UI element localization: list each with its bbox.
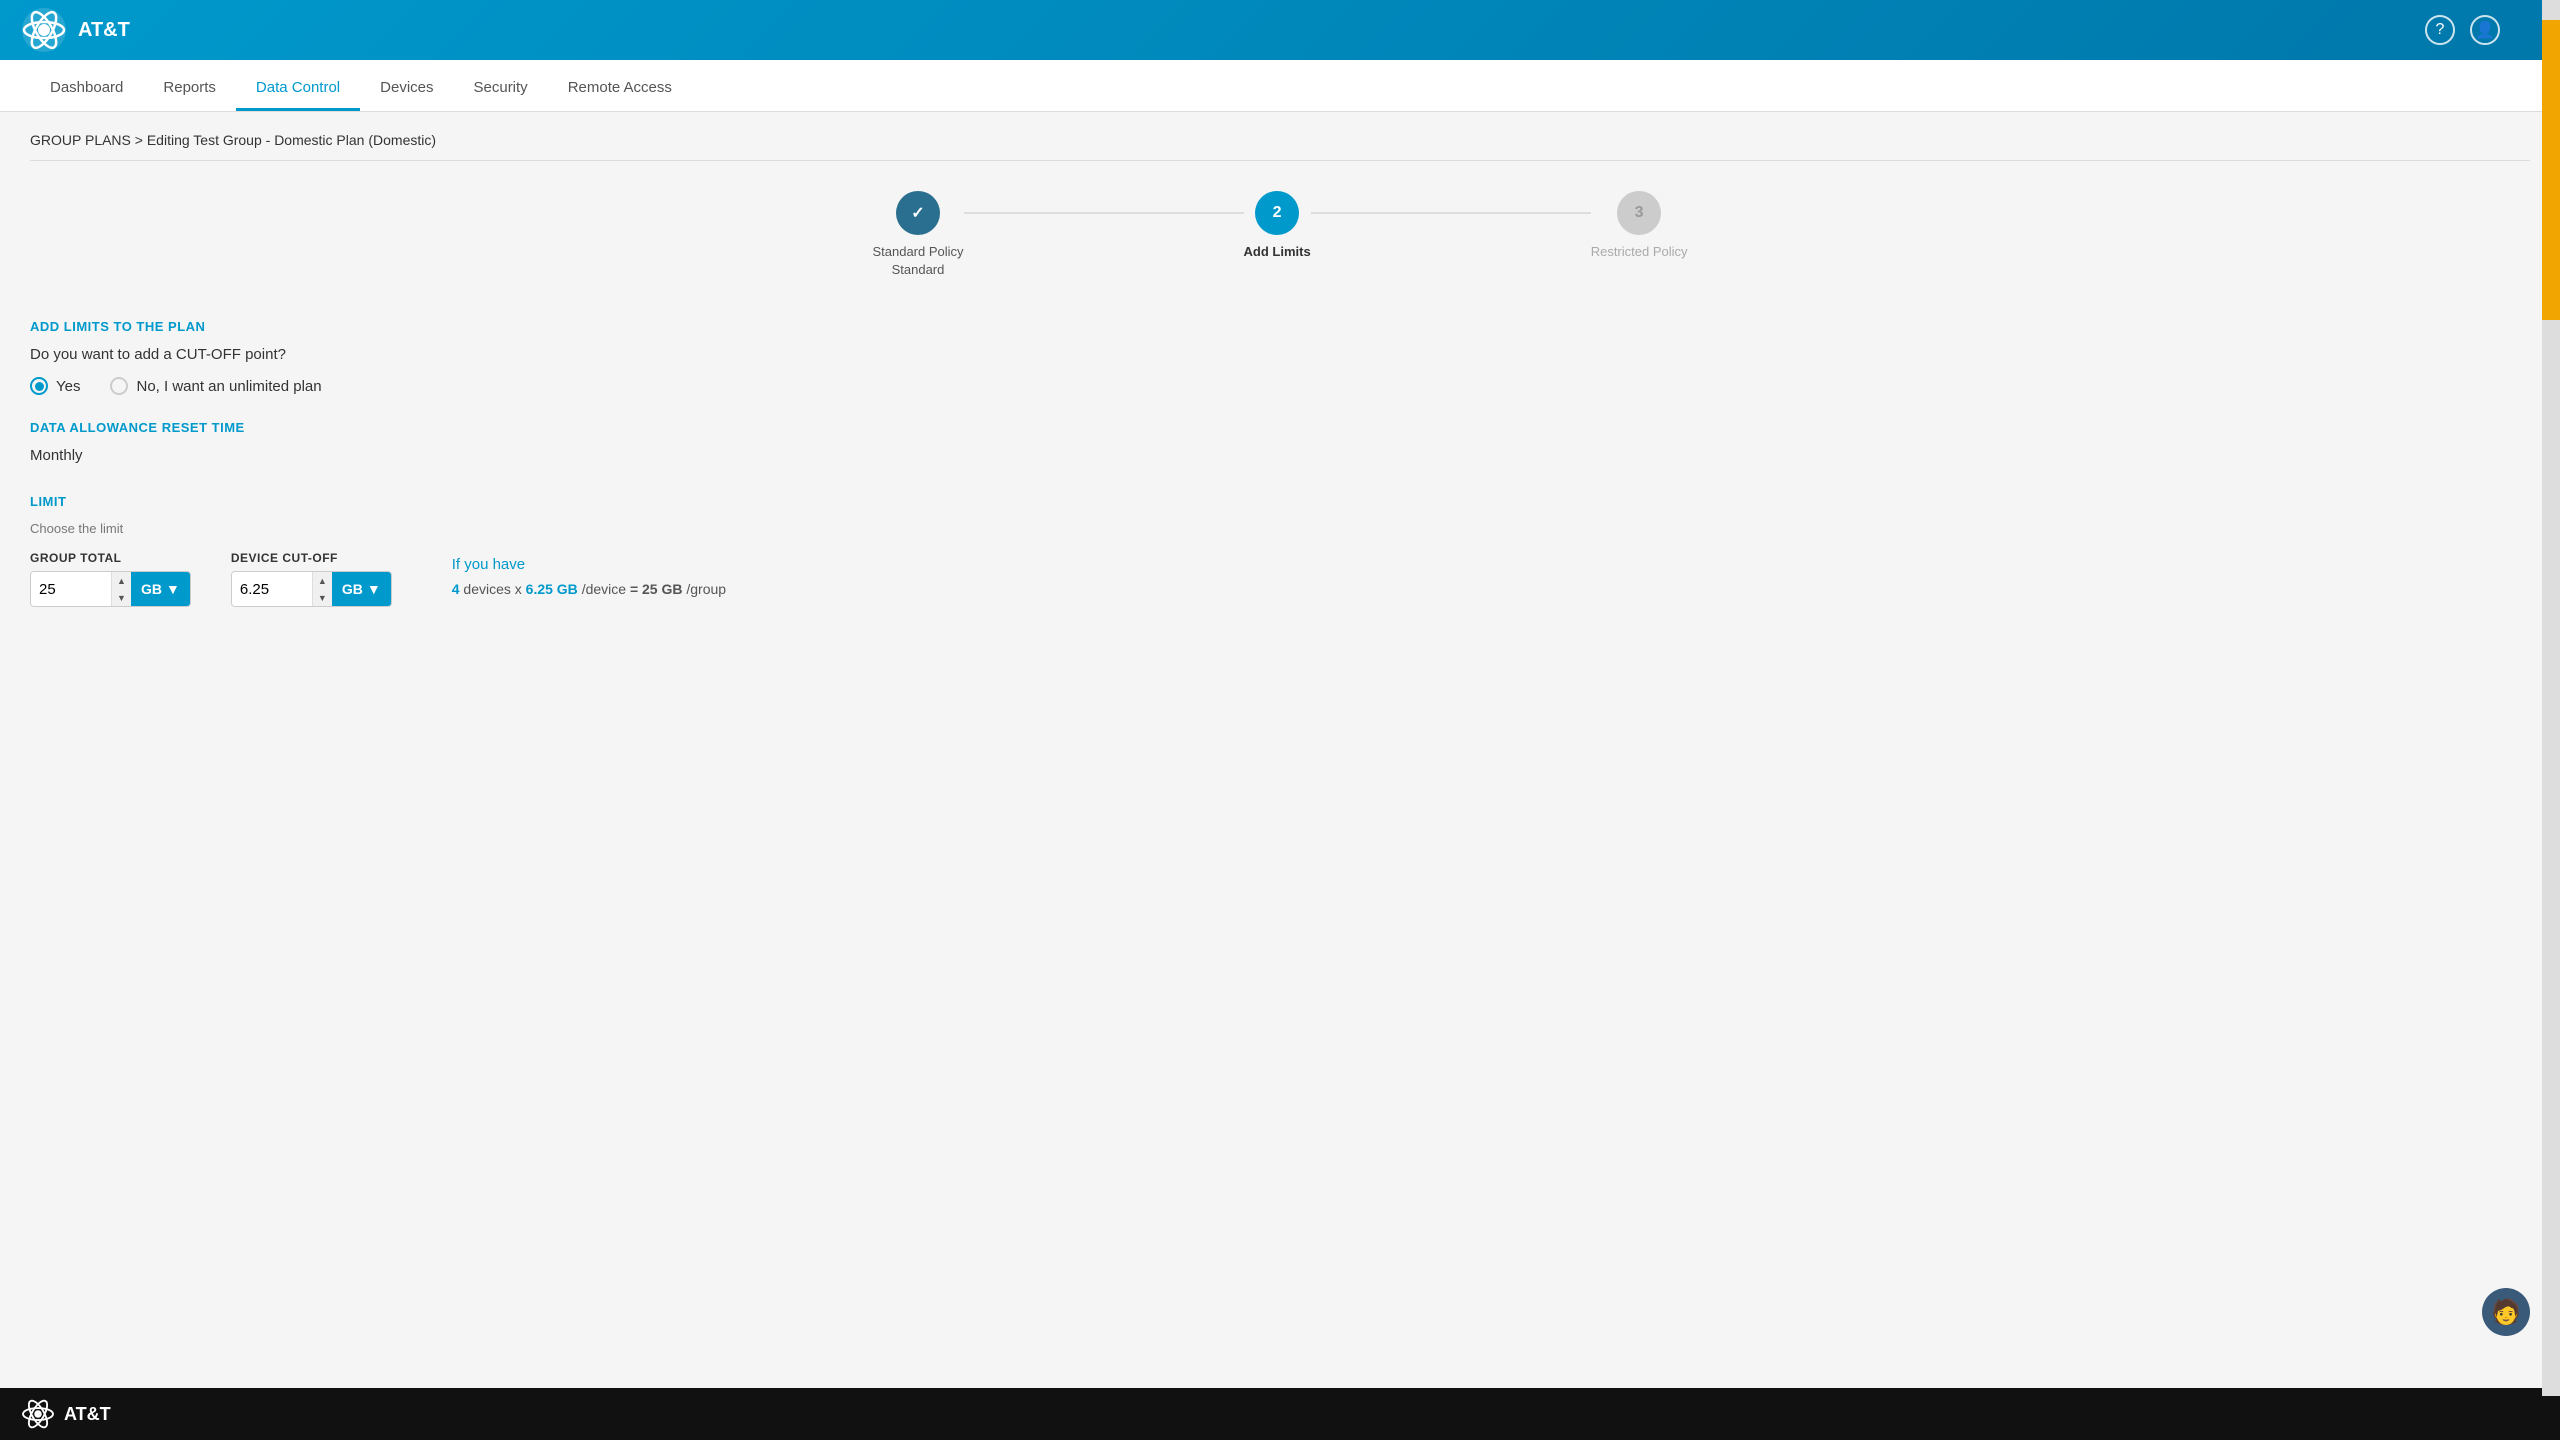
stepper: ✓ Standard Policy Standard 2 Add Limits …	[30, 191, 2530, 279]
brand-name: AT&T	[78, 19, 130, 42]
step-3-label: Restricted Policy	[1591, 243, 1688, 261]
group-total-input[interactable]	[31, 572, 111, 606]
nav-item-remote-access[interactable]: Remote Access	[548, 67, 692, 111]
device-cutoff-group: DEVICE CUT-OFF ▲ ▼ GB ▼	[231, 551, 392, 607]
device-cutoff-unit[interactable]: GB ▼	[332, 572, 391, 606]
step-1-circle: ✓	[896, 191, 940, 235]
scrollbar-thumb[interactable]	[2542, 20, 2560, 320]
device-cutoff-down[interactable]: ▼	[313, 589, 332, 606]
nav-bar: Dashboard Reports Data Control Devices S…	[0, 60, 2560, 112]
group-total-unit[interactable]: GB ▼	[131, 572, 190, 606]
group-total-up[interactable]: ▲	[112, 572, 131, 589]
step-3-circle: 3	[1617, 191, 1661, 235]
step-connector-1	[964, 212, 1244, 214]
footer-logo-icon	[20, 1396, 56, 1432]
header-icons: ? 👤	[2425, 15, 2500, 45]
att-logo-icon	[20, 6, 68, 54]
nav-item-dashboard[interactable]: Dashboard	[30, 67, 143, 111]
device-cutoff-input[interactable]	[232, 572, 312, 606]
device-cutoff-spinner: ▲ ▼	[312, 572, 332, 606]
formula-result: = 25 GB	[630, 581, 683, 597]
user-icon[interactable]: 👤	[2470, 15, 2500, 45]
group-total-group: GROUP TOTAL ▲ ▼ GB ▼	[30, 551, 191, 607]
step-connector-2	[1311, 212, 1591, 214]
footer-brand: AT&T	[64, 1404, 111, 1425]
reset-value: Monthly	[30, 447, 2530, 464]
radio-no[interactable]: No, I want an unlimited plan	[110, 377, 321, 395]
device-cutoff-input-container: ▲ ▼ GB ▼	[231, 571, 392, 607]
header: AT&T ? 👤	[0, 0, 2560, 60]
radio-no-label: No, I want an unlimited plan	[136, 378, 321, 395]
step-2-label: Add Limits	[1244, 243, 1311, 261]
step-2: 2 Add Limits	[1244, 191, 1311, 261]
device-cutoff-up[interactable]: ▲	[313, 572, 332, 589]
logo-area: AT&T	[20, 6, 130, 54]
formula-unit-group: /group	[686, 581, 726, 597]
nav-item-data-control[interactable]: Data Control	[236, 67, 360, 111]
radio-yes-label: Yes	[56, 378, 80, 395]
limit-section-title: LIMIT	[30, 494, 2530, 509]
formula-text: 4 devices x 6.25 GB /device = 25 GB /gro…	[452, 581, 726, 597]
input-row: GROUP TOTAL ▲ ▼ GB ▼ DEVICE CUT-OFF ▲	[30, 551, 2530, 607]
group-total-input-container: ▲ ▼ GB ▼	[30, 571, 191, 607]
help-icon[interactable]: ?	[2425, 15, 2455, 45]
group-total-spinner: ▲ ▼	[111, 572, 131, 606]
device-cutoff-unit-chevron: ▼	[367, 581, 381, 597]
group-total-unit-chevron: ▼	[166, 581, 180, 597]
radio-yes[interactable]: Yes	[30, 377, 80, 395]
device-cutoff-label: DEVICE CUT-OFF	[231, 551, 392, 565]
chat-button[interactable]: 🧑	[2482, 1288, 2530, 1336]
step-1: ✓ Standard Policy Standard	[872, 191, 963, 279]
step-2-circle: 2	[1255, 191, 1299, 235]
step-1-label: Standard Policy Standard	[872, 243, 963, 279]
if-you-have-section: If you have 4 devices x 6.25 GB /device …	[452, 556, 726, 597]
add-limits-title: ADD LIMITS TO THE PLAN	[30, 319, 2530, 334]
formula-unit-device: /device	[582, 581, 626, 597]
cut-off-question: Do you want to add a CUT-OFF point?	[30, 346, 2530, 363]
formula-devices: 4	[452, 581, 460, 597]
scrollbar[interactable]	[2542, 0, 2560, 1396]
radio-no-circle	[110, 377, 128, 395]
step-3: 3 Restricted Policy	[1591, 191, 1688, 261]
nav-item-security[interactable]: Security	[454, 67, 548, 111]
group-total-label: GROUP TOTAL	[30, 551, 191, 565]
if-you-have-title: If you have	[452, 556, 726, 573]
group-total-down[interactable]: ▼	[112, 589, 131, 606]
limit-subtitle: Choose the limit	[30, 521, 2530, 536]
cut-off-radio-group: Yes No, I want an unlimited plan	[30, 377, 2530, 395]
formula-sep: devices x	[463, 581, 525, 597]
nav-item-reports[interactable]: Reports	[143, 67, 236, 111]
formula-per-device: 6.25 GB	[526, 581, 578, 597]
radio-yes-circle	[30, 377, 48, 395]
breadcrumb: GROUP PLANS > Editing Test Group - Domes…	[30, 132, 2530, 161]
reset-section-title: DATA ALLOWANCE RESET TIME	[30, 420, 2530, 435]
nav-item-devices[interactable]: Devices	[360, 67, 453, 111]
main-content: GROUP PLANS > Editing Test Group - Domes…	[0, 112, 2560, 1388]
chat-avatar-icon: 🧑	[2491, 1298, 2521, 1327]
